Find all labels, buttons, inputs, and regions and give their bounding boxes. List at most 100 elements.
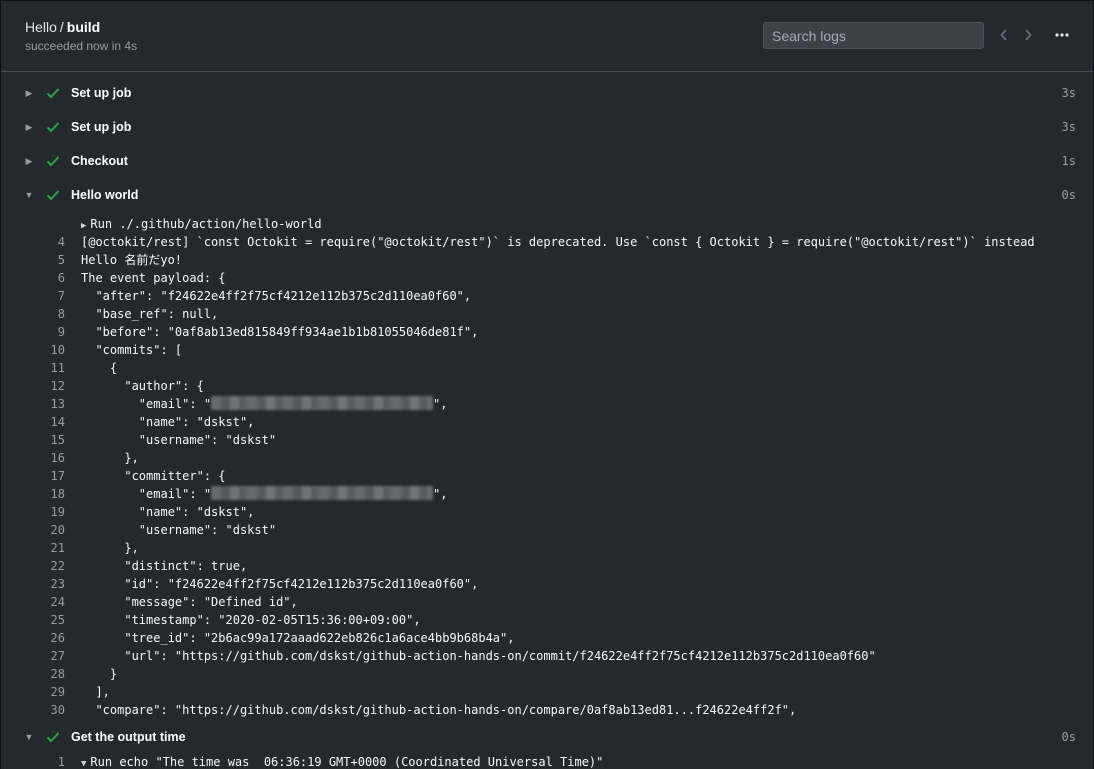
line-number[interactable]: 23 <box>25 575 65 593</box>
line-number[interactable]: 9 <box>25 323 65 341</box>
line-number[interactable]: 13 <box>25 395 65 413</box>
line-number[interactable]: 17 <box>25 467 65 485</box>
log-line[interactable]: 12 "author": { <box>1 377 1093 395</box>
log-line[interactable]: 29 ], <box>1 683 1093 701</box>
log-line[interactable]: 24 "message": "Defined id", <box>1 593 1093 611</box>
log-line[interactable]: 23 "id": "f24622e4ff2f75cf4212e112b375c2… <box>1 575 1093 593</box>
log-line[interactable]: 26 "tree_id": "2b6ac99a172aaad622eb826c1… <box>1 629 1093 647</box>
line-number[interactable]: 10 <box>25 341 65 359</box>
log-line[interactable]: 19 "name": "dskst", <box>1 503 1093 521</box>
previous-match-button[interactable] <box>996 25 1012 45</box>
log-text-content: "email": " <box>81 397 212 411</box>
more-options-button[interactable] <box>1051 25 1073 45</box>
line-number[interactable]: 25 <box>25 611 65 629</box>
line-number[interactable]: 21 <box>25 539 65 557</box>
log-text-content: ], <box>81 685 110 699</box>
page-title: Hello / build <box>25 19 100 35</box>
line-number[interactable]: 16 <box>25 449 65 467</box>
step-name: Get the output time <box>71 730 186 744</box>
line-number[interactable]: 20 <box>25 521 65 539</box>
log-text-content: Run echo "The time was 06:36:19 GMT+0000… <box>90 755 604 769</box>
log-line[interactable]: 15 "username": "dskst" <box>1 431 1093 449</box>
log-line[interactable]: 1 ▼ Run echo "The time was 06:36:19 GMT+00… <box>1 753 1093 769</box>
log-text: "email": " ", <box>81 485 448 503</box>
line-number[interactable]: 28 <box>25 665 65 683</box>
triangle-right-icon: ▶ <box>25 155 33 166</box>
log-line[interactable]: 14 "name": "dskst", <box>1 413 1093 431</box>
line-number[interactable]: 7 <box>25 287 65 305</box>
search-logs-input[interactable] <box>763 22 984 49</box>
log-text-content: "after": "f24622e4ff2f75cf4212e112b375c2… <box>81 289 472 303</box>
log-text-content: "compare": "https://github.com/dskst/git… <box>81 703 797 717</box>
log-line[interactable]: 21 }, <box>1 539 1093 557</box>
log-line[interactable]: 8 "base_ref": null, <box>1 305 1093 323</box>
line-number[interactable]: 18 <box>25 485 65 503</box>
log-text-content: }, <box>81 541 139 555</box>
log-line[interactable]: 28 } <box>1 665 1093 683</box>
log-line[interactable]: 9 "before": "0af8ab13ed815849ff934ae1b1b… <box>1 323 1093 341</box>
log-text: "tree_id": "2b6ac99a172aaad622eb826c1a6a… <box>81 629 514 647</box>
log-text: "after": "f24622e4ff2f75cf4212e112b375c2… <box>81 287 471 305</box>
log-line[interactable]: 16 }, <box>1 449 1093 467</box>
log-text-content: "username": "dskst" <box>81 433 277 447</box>
line-number[interactable]: 1 <box>25 753 65 769</box>
line-number[interactable]: 24 <box>25 593 65 611</box>
line-number[interactable]: 12 <box>25 377 65 395</box>
step-checkout[interactable]: ▶ Checkout 1s <box>1 144 1093 178</box>
log-line[interactable]: 18 "email": " ", <box>1 485 1093 503</box>
log-line[interactable]: 20 "username": "dskst" <box>1 521 1093 539</box>
log-line[interactable]: 10 "commits": [ <box>1 341 1093 359</box>
log-text-content: "message": "Defined id", <box>81 595 298 609</box>
line-number[interactable]: 29 <box>25 683 65 701</box>
next-match-button[interactable] <box>1020 25 1036 45</box>
log-text-content: "name": "dskst", <box>81 505 255 519</box>
log-line[interactable]: 11 { <box>1 359 1093 377</box>
log-text: "name": "dskst", <box>81 413 255 431</box>
line-number[interactable]: 11 <box>25 359 65 377</box>
step-duration: 3s <box>1061 120 1076 134</box>
log-line[interactable]: 6 The event payload: { <box>1 269 1093 287</box>
step-hello-world[interactable]: ▼ Hello world 0s <box>1 178 1093 212</box>
log-header: Hello / build succeeded now in 4s <box>1 1 1093 72</box>
log-line[interactable]: 13 "email": " ", <box>1 395 1093 413</box>
log-line[interactable]: 25 "timestamp": "2020-02-05T15:36:00+09:… <box>1 611 1093 629</box>
line-number[interactable]: 30 <box>25 701 65 719</box>
line-number[interactable]: 19 <box>25 503 65 521</box>
log-line[interactable]: 22 "distinct": true, <box>1 557 1093 575</box>
log-text-content: }, <box>81 451 139 465</box>
line-number[interactable]: 6 <box>25 269 65 287</box>
log-line[interactable]: 4 [@octokit/rest] `const Octokit = requir… <box>1 233 1093 251</box>
log-line[interactable]: 17 "committer": { <box>1 467 1093 485</box>
line-number[interactable]: 14 <box>25 413 65 431</box>
log-text-content: { <box>81 361 118 375</box>
log-line[interactable]: 5 Hello 名前だyo! <box>1 251 1093 269</box>
line-number[interactable]: 26 <box>25 629 65 647</box>
triangle-down-icon: ▼ <box>24 732 34 742</box>
line-number[interactable]: 8 <box>25 305 65 323</box>
line-number[interactable]: 4 <box>25 233 65 251</box>
triangle-down-icon[interactable]: ▼ <box>81 759 90 769</box>
log-text: "author": { <box>81 377 204 395</box>
line-number[interactable]: 27 <box>25 647 65 665</box>
line-number[interactable]: 5 <box>25 251 65 269</box>
log-text-content: "author": { <box>81 379 204 393</box>
log-line[interactable]: 27 "url": "https://github.com/dskst/gith… <box>1 647 1093 665</box>
line-number[interactable]: 15 <box>25 431 65 449</box>
step-set-up-job[interactable]: ▶ Set up job 3s <box>1 76 1093 110</box>
log-text-content: "url": "https://github.com/dskst/github-… <box>81 649 876 663</box>
log-text-content: "id": "f24622e4ff2f75cf4212e112b375c2d11… <box>81 577 479 591</box>
log-text: "commits": [ <box>81 341 182 359</box>
step-set-up-job-2[interactable]: ▶ Set up job 3s <box>1 110 1093 144</box>
log-line[interactable]: 30 "compare": "https://github.com/dskst/… <box>1 701 1093 719</box>
log-text-content: [@octokit/rest] `const Octokit = require… <box>81 235 1035 249</box>
log-line[interactable]: 7 "after": "f24622e4ff2f75cf4212e112b375… <box>1 287 1093 305</box>
log-text: "name": "dskst", <box>81 503 255 521</box>
line-number[interactable]: 22 <box>25 557 65 575</box>
step-get-the-output-time[interactable]: ▼ Get the output time 0s <box>1 720 1093 754</box>
title-separator: / <box>59 19 64 35</box>
log-line[interactable]: ▶ Run ./.github/action/hello-world <box>1 215 1093 233</box>
triangle-right-icon[interactable]: ▶ <box>81 221 90 231</box>
log-text: Hello 名前だyo! <box>81 251 182 269</box>
workflow-name[interactable]: Hello <box>25 19 57 35</box>
job-name: build <box>66 19 101 35</box>
